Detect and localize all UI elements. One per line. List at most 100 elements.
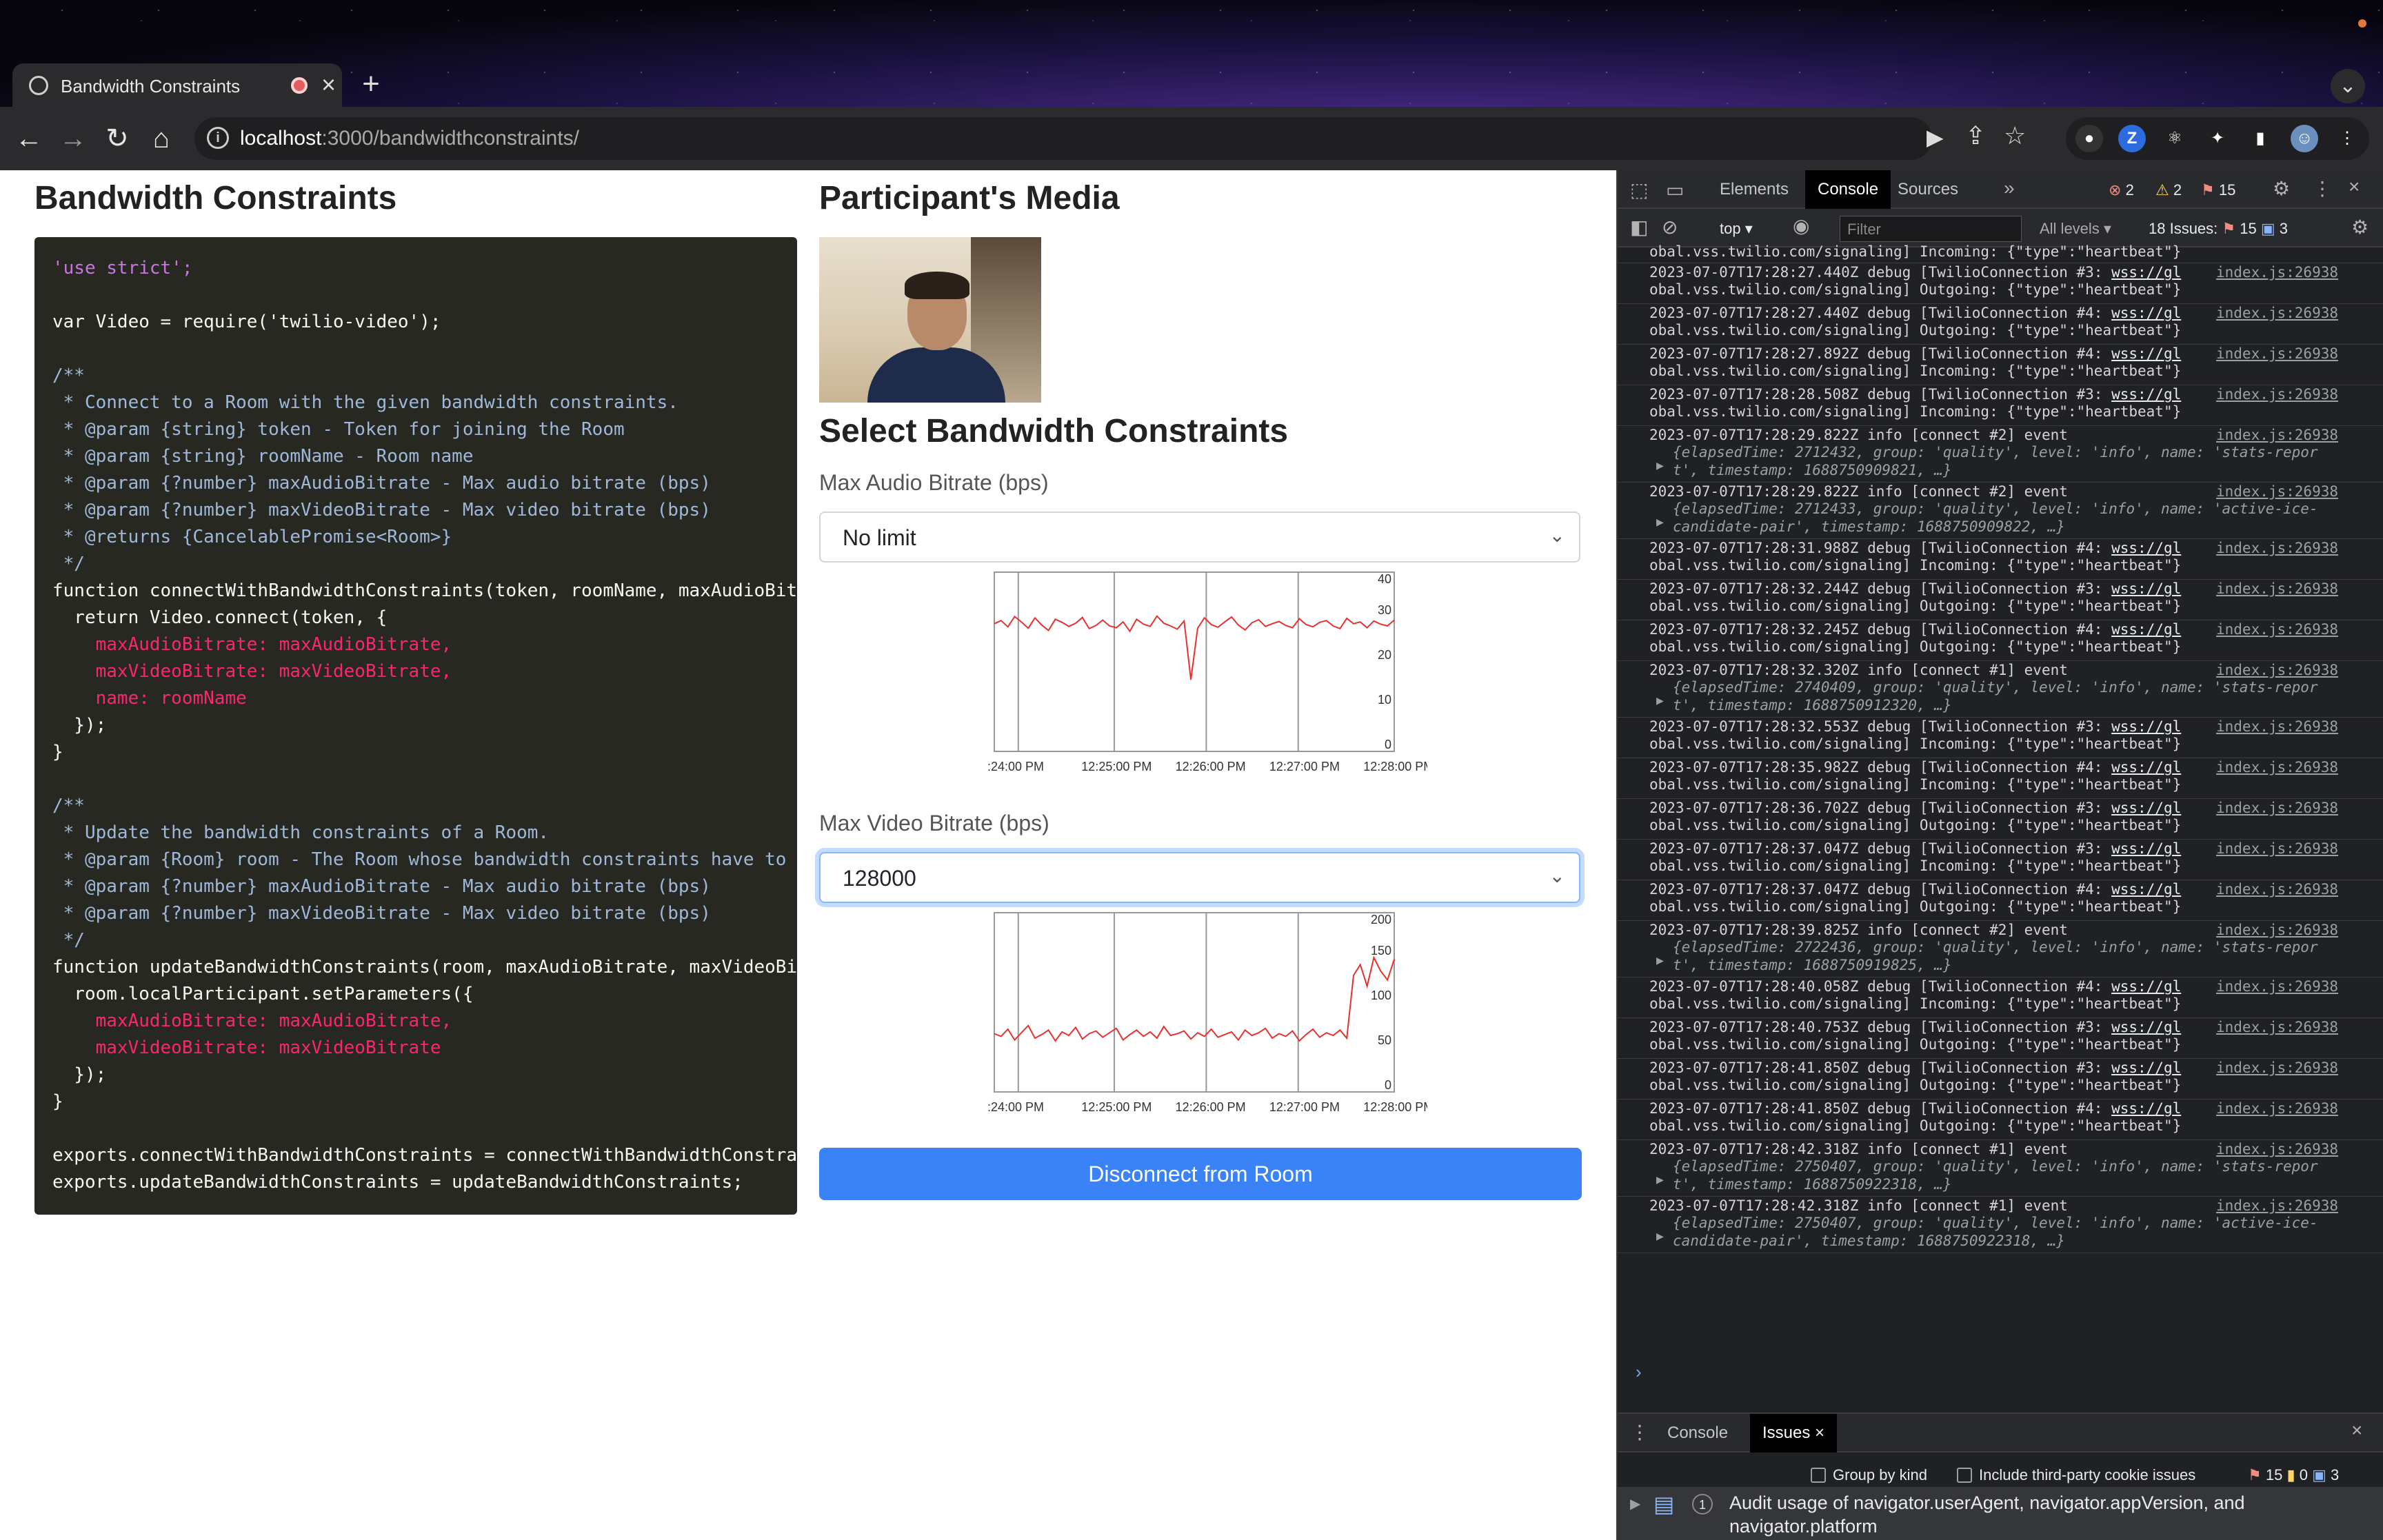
console-entry[interactable]: 2023-07-07T17:28:41.850Z debug [TwilioCo… <box>1618 1099 2383 1140</box>
issues-counter[interactable]: 18 Issues: ⚑ 15 ▣ 3 <box>2149 220 2288 238</box>
menu-kebab-icon[interactable]: ⋮ <box>2333 125 2361 152</box>
sidebar-icon[interactable]: ▮ <box>2246 125 2274 152</box>
audio-bitrate-select[interactable]: No limit ⌄ <box>819 511 1580 563</box>
console-entry[interactable]: 2023-07-07T17:28:31.988Z debug [TwilioCo… <box>1618 538 2383 580</box>
react-devtools-icon[interactable]: ⚛ <box>2161 125 2189 152</box>
console-entry[interactable]: 2023-07-07T17:28:32.553Z debug [TwilioCo… <box>1618 717 2383 758</box>
console-entry[interactable]: 2023-07-07T17:28:29.822Z info [connect #… <box>1618 425 2383 483</box>
disconnect-button[interactable]: Disconnect from Room <box>819 1148 1582 1200</box>
bookmark-star-icon[interactable]: ☆ <box>2004 121 2026 150</box>
tab-console[interactable]: Console <box>1805 170 1891 209</box>
extension-icon[interactable]: ● <box>2075 125 2103 152</box>
expand-arrow-icon[interactable]: ▶ <box>1656 1173 1664 1187</box>
devtools-menu-icon[interactable]: ⋮ <box>2313 177 2332 200</box>
source-link[interactable]: index.js:26938 <box>2216 1197 2338 1214</box>
third-party-checkbox[interactable] <box>1957 1468 1972 1483</box>
source-link[interactable]: index.js:26938 <box>2216 718 2338 735</box>
console-entry[interactable]: 2023-07-07T17:28:27.440Z debug [TwilioCo… <box>1618 263 2383 304</box>
sidebar-toggle-icon[interactable]: ◧ <box>1630 216 1648 239</box>
issues-badge[interactable]: ⚑ 15 <box>2201 181 2235 199</box>
address-bar[interactable]: i localhost:3000/bandwidthconstraints/ ▶… <box>194 117 2026 160</box>
eye-icon[interactable]: ◉ <box>1793 214 1809 237</box>
inspect-icon[interactable]: ⬚ <box>1630 179 1648 201</box>
console-settings-icon[interactable]: ⚙ <box>2351 216 2369 239</box>
issue-row[interactable]: ▶ ▤ 1 Audit usage of navigator.userAgent… <box>1618 1487 2383 1540</box>
console-entry[interactable]: 2023-07-07T17:28:39.825Z info [connect #… <box>1618 920 2383 977</box>
home-icon[interactable]: ⌂ <box>145 122 178 155</box>
puzzle-icon[interactable]: ✦ <box>2204 125 2231 152</box>
device-toolbar-icon[interactable]: ▭ <box>1666 179 1684 201</box>
drawer-menu-icon[interactable]: ⋮ <box>1630 1421 1649 1443</box>
source-link[interactable]: index.js:26938 <box>2216 305 2338 321</box>
console-entry[interactable]: 2023-07-07T17:28:27.440Z debug [TwilioCo… <box>1618 303 2383 345</box>
source-link[interactable]: index.js:26938 <box>2216 386 2338 403</box>
console-entry[interactable]: 2023-07-07T17:28:32.320Z info [connect #… <box>1618 660 2383 718</box>
drawer-tab-console[interactable]: Console <box>1655 1414 1740 1452</box>
source-link[interactable]: index.js:26938 <box>2216 922 2338 938</box>
settings-gear-icon[interactable]: ⚙ <box>2273 177 2290 200</box>
tab-search-button[interactable]: ⌄ <box>2331 69 2365 103</box>
source-link[interactable]: index.js:26938 <box>2216 621 2338 638</box>
expand-arrow-icon[interactable]: ▶ <box>1656 693 1664 708</box>
console-entry[interactable]: 2023-07-07T17:28:32.245Z debug [TwilioCo… <box>1618 620 2383 661</box>
camera-icon[interactable]: ▶ <box>1927 124 1944 150</box>
console-entry[interactable]: 2023-07-07T17:28:42.318Z info [connect #… <box>1618 1196 2383 1253</box>
source-link[interactable]: index.js:26938 <box>2216 483 2338 500</box>
console-entry[interactable]: 2023-07-07T17:28:32.244Z debug [TwilioCo… <box>1618 579 2383 620</box>
console-entry[interactable]: 2023-07-07T17:28:28.508Z debug [TwilioCo… <box>1618 385 2383 426</box>
source-link[interactable]: index.js:26938 <box>2216 345 2338 362</box>
close-devtools-icon[interactable]: × <box>2349 176 2360 198</box>
source-link[interactable]: index.js:26938 <box>2216 881 2338 898</box>
console-filter-input[interactable]: Filter <box>1840 216 2022 242</box>
source-link[interactable]: index.js:26938 <box>2216 1100 2338 1117</box>
source-link[interactable]: index.js:26938 <box>2216 800 2338 816</box>
tab-sources[interactable]: Sources <box>1885 170 1971 209</box>
source-link[interactable]: index.js:26938 <box>2216 580 2338 597</box>
console-entry[interactable]: 2023-07-07T17:28:37.047Z debug [TwilioCo… <box>1618 880 2383 921</box>
source-link[interactable]: index.js:26938 <box>2216 1141 2338 1157</box>
context-selector[interactable]: top ▾ <box>1720 220 1753 238</box>
console-prompt[interactable]: › <box>1636 1361 1642 1383</box>
source-link[interactable]: index.js:26938 <box>2216 1060 2338 1076</box>
zoom-extension-icon[interactable]: Z <box>2118 125 2146 152</box>
log-levels-dropdown[interactable]: All levels ▾ <box>2040 220 2111 238</box>
video-bitrate-select[interactable]: 128000 ⌄ <box>819 852 1580 903</box>
console-entry[interactable]: 2023-07-07T17:28:40.058Z debug [TwilioCo… <box>1618 977 2383 1018</box>
source-link[interactable]: index.js:26938 <box>2216 978 2338 995</box>
back-icon[interactable]: ← <box>12 122 46 155</box>
error-badge[interactable]: ⊗ 2 <box>2109 181 2134 199</box>
source-link[interactable]: index.js:26938 <box>2216 264 2338 281</box>
source-link[interactable]: index.js:26938 <box>2216 840 2338 857</box>
tab-elements[interactable]: Elements <box>1707 170 1801 209</box>
console-entry[interactable]: 2023-07-07T17:28:36.702Z debug [TwilioCo… <box>1618 798 2383 840</box>
more-tabs-icon[interactable]: » <box>2004 177 2015 199</box>
expand-arrow-icon[interactable]: ▶ <box>1656 458 1664 473</box>
group-by-kind-checkbox[interactable] <box>1811 1468 1826 1483</box>
expand-arrow-icon[interactable]: ▶ <box>1656 1229 1664 1244</box>
expand-arrow-icon[interactable]: ▶ <box>1656 515 1664 529</box>
console-entry[interactable]: 2023-07-07T17:28:42.318Z info [connect #… <box>1618 1139 2383 1197</box>
source-link[interactable]: index.js:26938 <box>2216 427 2338 443</box>
drawer-tab-issues[interactable]: Issues × <box>1750 1414 1838 1452</box>
expand-arrow-icon[interactable]: ▶ <box>1656 953 1664 968</box>
site-info-icon[interactable]: i <box>207 127 229 149</box>
source-link[interactable]: index.js:26938 <box>2216 540 2338 556</box>
close-drawer-icon[interactable]: × <box>2351 1419 2362 1441</box>
console-log[interactable]: obal.vss.twilio.com/signaling] Incoming:… <box>1618 243 2383 1540</box>
browser-tab[interactable]: Bandwidth Constraints × <box>12 63 342 108</box>
source-link[interactable]: index.js:26938 <box>2216 759 2338 776</box>
source-link[interactable]: index.js:26938 <box>2216 1019 2338 1035</box>
forward-icon[interactable]: → <box>57 122 90 155</box>
console-entry[interactable]: 2023-07-07T17:28:27.892Z debug [TwilioCo… <box>1618 344 2383 385</box>
new-tab-button[interactable]: + <box>356 69 386 99</box>
console-entry[interactable]: 2023-07-07T17:28:41.850Z debug [TwilioCo… <box>1618 1058 2383 1100</box>
warning-badge[interactable]: ⚠ 2 <box>2155 181 2182 199</box>
console-entry[interactable]: 2023-07-07T17:28:35.982Z debug [TwilioCo… <box>1618 758 2383 799</box>
share-icon[interactable]: ⇪ <box>1965 121 1986 150</box>
reload-icon[interactable]: ↻ <box>101 122 134 155</box>
close-tab-icon[interactable]: × <box>321 70 336 99</box>
console-entry[interactable]: 2023-07-07T17:28:40.753Z debug [TwilioCo… <box>1618 1017 2383 1059</box>
source-link[interactable]: index.js:26938 <box>2216 662 2338 678</box>
avatar[interactable]: ☺ <box>2291 125 2318 152</box>
clear-console-icon[interactable]: ⊘ <box>1662 216 1678 239</box>
